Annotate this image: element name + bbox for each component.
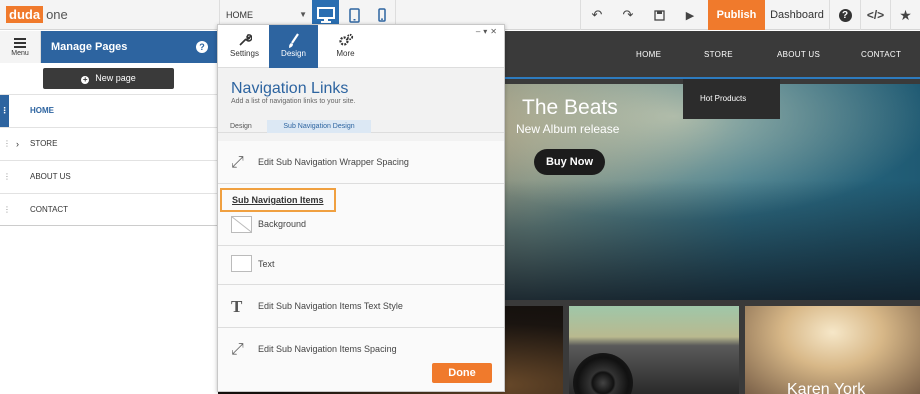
panel-window-controls: –▾✕: [476, 27, 500, 36]
site-nav-about-us[interactable]: ABOUT US: [777, 50, 820, 59]
new-page-label: New page: [95, 73, 136, 83]
drag-handle-icon[interactable]: ⋮: [3, 128, 11, 160]
tab-settings-label: Settings: [230, 49, 259, 58]
logo-duda: duda: [6, 6, 44, 23]
page-item-label: CONTACT: [30, 205, 69, 214]
page-item-home[interactable]: ⋮ HOME: [0, 94, 218, 127]
help-icon: ?: [838, 8, 852, 22]
hero-title: The Beats: [522, 96, 618, 119]
save-icon: [653, 9, 665, 21]
drag-handle-icon[interactable]: ⋮: [3, 194, 11, 226]
option-label: Edit Sub Navigation Items Text Style: [258, 301, 403, 311]
design-options-list: ⤢ Edit Sub Navigation Wrapper Spacing Ba…: [218, 141, 504, 391]
save-button[interactable]: [643, 0, 675, 30]
done-button[interactable]: Done: [432, 363, 492, 383]
page-select-value: HOME: [226, 10, 253, 20]
sub-navigation-items-heading[interactable]: Sub Navigation Items: [220, 188, 336, 212]
page-item-label: HOME: [30, 106, 54, 115]
preview-button[interactable]: ▶: [674, 0, 706, 30]
page-item-about-us[interactable]: ⋮ ABOUT US: [0, 160, 218, 193]
panel-title: Navigation Links: [231, 80, 349, 97]
page-item-contact[interactable]: ⋮ CONTACT: [0, 193, 218, 226]
hamburger-icon: [14, 38, 26, 48]
resize-arrows-icon: ⤢: [231, 154, 244, 171]
subtab-design[interactable]: Design: [224, 120, 258, 133]
tab-settings[interactable]: Settings: [220, 25, 269, 68]
new-page-button[interactable]: + New page: [43, 68, 174, 89]
tab-design[interactable]: Design: [269, 25, 318, 68]
redo-button[interactable]: ↷: [612, 0, 644, 30]
drag-handle-icon[interactable]: ⋮: [0, 95, 9, 127]
artist-name: Karen York: [787, 381, 866, 394]
manage-pages-header: Manage Pages ?: [41, 31, 218, 63]
panel-tabs: Settings Design More –▾✕: [218, 25, 504, 68]
site-nav-store[interactable]: STORE: [704, 50, 733, 59]
favorite-button[interactable]: ★: [891, 0, 920, 30]
manage-pages-title: Manage Pages: [51, 41, 128, 53]
sub-nav-dropdown[interactable]: Hot Products: [683, 79, 780, 119]
option-label: Edit Sub Navigation Items Spacing: [258, 344, 397, 354]
undo-button[interactable]: ↶: [581, 0, 613, 30]
subtab-sub-navigation-design[interactable]: Sub Navigation Design: [267, 120, 371, 133]
help-button[interactable]: ?: [830, 0, 860, 30]
page-list: ⋮ HOME ⋮ › STORE ⋮ ABOUT US ⋮ CONTACT: [0, 94, 218, 226]
close-icon[interactable]: ✕: [490, 27, 500, 36]
menu-button[interactable]: Menu: [0, 31, 41, 63]
publish-button[interactable]: Publish: [708, 0, 765, 30]
code-icon: </>: [866, 8, 885, 22]
undo-icon: ↶: [591, 7, 603, 22]
tablet-icon: [349, 7, 360, 23]
manage-pages-panel: Menu Manage Pages ? + New page ⋮ HOME ⋮ ›…: [0, 31, 218, 226]
duda-one-logo[interactable]: duda one: [6, 6, 71, 23]
option-label: Edit Sub Navigation Wrapper Spacing: [258, 157, 409, 167]
desktop-icon: [316, 7, 335, 23]
menu-label: Menu: [11, 50, 29, 57]
panel-description: Add a list of navigation links to your s…: [231, 98, 356, 105]
color-swatch-white[interactable]: [231, 255, 252, 272]
tab-more-label: More: [336, 49, 355, 58]
buy-now-button[interactable]: Buy Now: [534, 149, 605, 175]
option-label: Background: [258, 219, 307, 229]
gears-icon: [321, 25, 370, 49]
page-item-label: ABOUT US: [30, 172, 71, 181]
site-nav-contact[interactable]: CONTACT: [861, 50, 901, 59]
help-icon[interactable]: ?: [196, 41, 208, 53]
paintbrush-icon: [269, 25, 318, 49]
logo-one: one: [46, 7, 68, 22]
option-wrapper-spacing[interactable]: ⤢ Edit Sub Navigation Wrapper Spacing: [218, 141, 504, 184]
sub-nav-item-hot-products[interactable]: Hot Products: [700, 94, 746, 103]
mobile-icon: [377, 8, 386, 22]
code-button[interactable]: </>: [861, 0, 890, 30]
design-subtabs: Design Sub Navigation Design: [218, 120, 504, 133]
plus-icon: +: [81, 75, 90, 84]
tab-more[interactable]: More: [321, 25, 370, 68]
page-item-label: STORE: [30, 139, 58, 148]
tab-design-label: Design: [281, 49, 306, 58]
play-icon: ▶: [685, 9, 695, 22]
drag-handle-icon[interactable]: ⋮: [3, 161, 11, 193]
site-nav-home[interactable]: HOME: [636, 50, 661, 59]
dashboard-button[interactable]: Dashboard: [765, 0, 829, 30]
star-icon: ★: [899, 6, 912, 23]
redo-icon: ↷: [622, 7, 634, 22]
color-swatch-empty[interactable]: [231, 216, 252, 233]
text-style-icon: T: [231, 297, 243, 316]
option-background[interactable]: Background: [218, 211, 504, 246]
page-item-store[interactable]: ⋮ › STORE: [0, 127, 218, 160]
option-text[interactable]: Text: [218, 246, 504, 285]
resize-arrows-icon: ⤢: [231, 341, 244, 358]
option-label: Text: [258, 259, 275, 269]
option-text-style[interactable]: T Edit Sub Navigation Items Text Style: [218, 285, 504, 328]
hero-subtitle: New Album release: [516, 122, 620, 136]
chevron-right-icon[interactable]: ›: [16, 128, 19, 160]
wrench-icon: [220, 25, 269, 49]
